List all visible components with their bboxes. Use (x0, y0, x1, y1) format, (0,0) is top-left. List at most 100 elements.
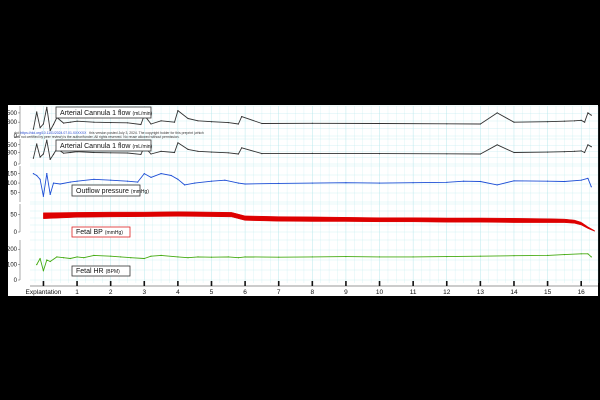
flow2-data-point (446, 153, 448, 155)
flow2-legend: Arterial Cannula 1 flow (mL/min) (55, 139, 152, 152)
fetal_hr-data-point (110, 255, 112, 257)
flow1-data-point (496, 112, 498, 114)
flow2-legend-label: Arterial Cannula 1 flow (mL/min) (60, 143, 152, 150)
flow1-data-point (584, 121, 586, 123)
flow2-data-point (573, 150, 576, 152)
flow2-data-point (42, 153, 45, 155)
xtick-label: 15 (544, 289, 552, 296)
fetal_hr-data-point (83, 257, 85, 259)
flow2-data-point (584, 151, 586, 154)
xtick-mark (42, 281, 45, 286)
flow1-ytick-label: 300 (7, 120, 18, 126)
fetal_hr-data-point (93, 254, 95, 256)
flow2-data-point (227, 152, 229, 154)
flow1-data-point (237, 123, 239, 125)
outflow-data-point (143, 173, 145, 175)
flow2-data-point (496, 144, 498, 146)
outflow-data-point (76, 180, 78, 182)
fetal_hr-data-point (42, 270, 45, 272)
xtick-mark (277, 281, 280, 286)
outflow-data-point (496, 184, 498, 186)
xtick-label: 13 (477, 289, 485, 296)
outflow-data-point (59, 183, 61, 185)
fetal_hr-data-point (197, 256, 199, 258)
outflow-data-point (177, 178, 179, 180)
outflow-data-point (32, 173, 35, 175)
fetal_bp-legend-title: Fetal BP (76, 229, 103, 236)
flow2-data-point (177, 142, 179, 144)
flow2-data-point (150, 153, 152, 155)
fetal_hr-data-point (56, 256, 58, 258)
outflow-data-point (150, 176, 152, 178)
flow2-data-point (311, 152, 313, 154)
fetal_hr-data-point (46, 259, 48, 261)
flow1-data-point (36, 111, 38, 113)
fetal_hr-data-point (311, 256, 313, 258)
fetal_hr-data-point (143, 257, 145, 260)
xtick-label: 1 (75, 289, 79, 296)
flow1-data-point (378, 122, 381, 125)
flow1-data-point (311, 122, 313, 124)
flow1-data-point (227, 122, 229, 124)
outflow-data-point (446, 181, 448, 183)
flow2-data-point (126, 152, 129, 154)
xtick-mark (244, 281, 246, 286)
outflow-legend: Outflow pressure (mmHg) (71, 184, 149, 197)
xtick-mark (580, 281, 582, 286)
flow1-data-point (513, 121, 515, 123)
flow1-data-point (46, 106, 48, 108)
flow1-data-point (42, 123, 45, 125)
flow1-legend-unit: (mL/min) (132, 111, 152, 117)
outflow-data-point (547, 180, 549, 182)
flow2-data-point (140, 153, 142, 155)
xtick-mark (445, 281, 448, 286)
xtick-label: 12 (443, 289, 451, 296)
flow2-data-point (93, 151, 95, 154)
fetal_hr-data-point (210, 256, 213, 258)
flow1-data-point (563, 120, 566, 122)
outflow-ytick-label: 50 (10, 191, 17, 197)
fetal_hr-legend-title: Fetal HR (76, 268, 104, 275)
flow1-data-point (241, 116, 243, 118)
flow1-data-point (587, 112, 589, 114)
xtick-label: 10 (376, 289, 384, 296)
xtick-mark (210, 281, 213, 286)
flow1-data-point (580, 119, 582, 121)
outflow-ytick-label: 150 (7, 172, 18, 178)
outflow-data-point (378, 182, 381, 184)
xtick-label: 5 (210, 289, 214, 296)
flow1-data-point (52, 123, 55, 126)
flow2-data-point (241, 147, 243, 149)
flow2-ytick-label: 500 (7, 143, 18, 149)
flow2-legend-unit: (mL/min) (132, 144, 152, 150)
outflow-legend-label: Outflow pressure (mmHg) (76, 188, 149, 195)
flow2-data-point (237, 153, 239, 155)
flow2-data-point (580, 150, 582, 152)
flow1-data-point (76, 120, 78, 122)
outflow-data-point (42, 195, 45, 197)
fetal_hr-data-point (345, 256, 347, 258)
xtick-mark (177, 281, 179, 286)
flow2-data-point (590, 146, 592, 148)
flow1-data-point (197, 120, 199, 122)
fetal_hr-data-point (378, 256, 381, 258)
flow1-data-point (590, 114, 592, 116)
xtick-label: 6 (243, 289, 247, 296)
fetal_hr-ytick-label: 100 (7, 263, 18, 269)
fetal_hr-data-point (237, 257, 239, 259)
xtick-label: Explantation (26, 289, 62, 296)
xtick-mark (479, 281, 482, 286)
flow1-data-point (39, 127, 41, 129)
flow2-data-point (210, 151, 213, 153)
fetal_hr-legend: Fetal HR (BPM) (71, 265, 131, 277)
xtick-label: 16 (578, 289, 586, 296)
outflow-data-point (587, 177, 589, 179)
fetal_hr-data-point (63, 257, 65, 259)
outflow-data-point (184, 184, 186, 186)
flow2-data-point (587, 144, 589, 146)
fetal_hr-data-point (150, 255, 152, 257)
fetal_hr-legend-label: Fetal HR (BPM) (76, 268, 120, 275)
flow2-ytick-label: 300 (7, 150, 18, 156)
fetal_hr-data-point (587, 253, 589, 255)
flow2-data-point (110, 152, 112, 154)
